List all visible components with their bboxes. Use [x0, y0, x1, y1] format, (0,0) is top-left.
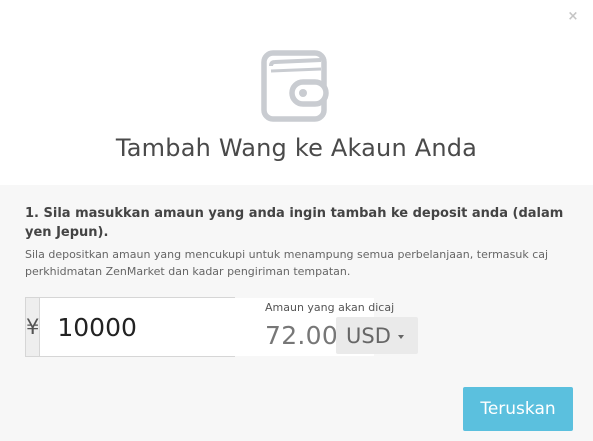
- deposit-form: 1. Sila masukkan amaun yang anda ingin t…: [0, 185, 593, 441]
- modal-header: Tambah Wang ke Akaun Anda: [0, 0, 593, 185]
- charge-label: Amaun yang akan dicaj: [265, 301, 395, 314]
- yen-symbol-addon: ¥: [26, 298, 41, 356]
- caret-down-icon: [397, 335, 404, 339]
- step-description: Sila depositkan amaun yang mencukupi unt…: [25, 248, 549, 278]
- currency-selected-value: USD: [346, 323, 391, 348]
- charge-amount: 72.00: [265, 321, 339, 350]
- continue-button[interactable]: Teruskan: [463, 387, 573, 431]
- step-instruction: 1. Sila masukkan amaun yang anda ingin t…: [25, 206, 564, 240]
- add-funds-modal: × Tambah Wang ke Akaun Anda 1. Sila masu…: [0, 0, 593, 441]
- modal-title: Tambah Wang ke Akaun Anda: [115, 134, 478, 162]
- currency-dropdown[interactable]: USD: [336, 317, 418, 354]
- amount-input-group: ¥: [25, 297, 375, 357]
- wallet-icon: [261, 50, 329, 122]
